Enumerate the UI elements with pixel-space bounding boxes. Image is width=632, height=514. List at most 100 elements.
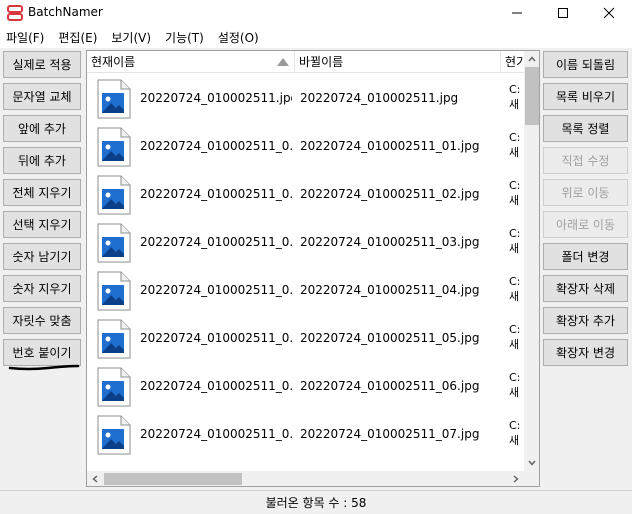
horizontal-scrollbar[interactable] — [87, 471, 524, 486]
new-name-cell: 20220724_010002511_01.jpg — [300, 139, 480, 153]
clear-selected-button[interactable]: 선택 지우기 — [3, 211, 81, 238]
clear-list-button[interactable]: 목록 비우기 — [543, 83, 628, 110]
table-row[interactable]: 20220724_010002511_0... 20220724_0100025… — [87, 409, 524, 457]
path-line-2: 새 — [509, 338, 520, 351]
path-cell: C: 새 — [509, 226, 523, 256]
table-row[interactable]: 20220724_010002511.jpg 20220724_01000251… — [87, 73, 524, 121]
path-line-1: C: — [509, 179, 521, 192]
append-button[interactable]: 뒤에 추가 — [3, 147, 81, 174]
path-line-1: C: — [509, 323, 521, 336]
menu-edit[interactable]: 편집(E) — [58, 29, 97, 46]
menu-file[interactable]: 파일(F) — [6, 29, 44, 46]
path-cell: C: 새 — [509, 274, 523, 304]
add-extension-button[interactable]: 확장자 추가 — [543, 307, 628, 334]
path-line-2: 새 — [509, 146, 520, 159]
apply-button[interactable]: 실제로 적용 — [3, 51, 81, 78]
menu-settings[interactable]: 설정(O) — [218, 29, 259, 46]
change-extension-button[interactable]: 확장자 변경 — [543, 339, 628, 366]
edit-directly-button[interactable]: 직접 수정 — [543, 147, 628, 174]
path-cell: C: 새 — [509, 370, 523, 400]
loaded-count-text: 불러온 항목 수 : 58 — [265, 496, 367, 510]
current-name-cell: 20220724_010002511.jpg — [140, 91, 292, 105]
hand-drawn-underline — [8, 364, 80, 371]
column-new-name[interactable]: 바뀔이름 — [295, 51, 501, 73]
image-file-icon — [97, 271, 131, 311]
path-line-1: C: — [509, 83, 521, 96]
move-up-button[interactable]: 위로 이동 — [543, 179, 628, 206]
image-file-icon — [97, 367, 131, 407]
table-row[interactable]: 20220724_010002511_0... 20220724_0100025… — [87, 313, 524, 361]
chevron-up-icon — [528, 56, 536, 62]
path-line-2: 새 — [509, 194, 520, 207]
vertical-scroll-thumb[interactable] — [525, 67, 539, 125]
keep-numbers-button[interactable]: 숫자 남기기 — [3, 243, 81, 270]
column-current-name-label: 현재이름 — [91, 55, 136, 69]
replace-string-button[interactable]: 문자열 교체 — [3, 83, 81, 110]
left-button-panel: 실제로 적용 문자열 교체 앞에 추가 뒤에 추가 전체 지우기 선택 지우기 … — [0, 48, 84, 488]
title-bar: BatchNamer — [0, 0, 632, 26]
minimize-button[interactable] — [494, 0, 540, 26]
horizontal-scroll-thumb[interactable] — [104, 473, 242, 485]
table-row[interactable]: 20220724_010002511_0... 20220724_0100025… — [87, 121, 524, 169]
revert-names-button[interactable]: 이름 되돌림 — [543, 51, 628, 78]
app-icon — [7, 5, 23, 21]
move-down-button[interactable]: 아래로 이동 — [543, 211, 628, 238]
image-file-icon — [97, 127, 131, 167]
path-cell: C: 새 — [509, 322, 523, 352]
close-button[interactable] — [586, 0, 632, 26]
column-current-name[interactable]: 현재이름 — [87, 51, 295, 73]
path-line-2: 새 — [509, 434, 520, 447]
current-name-cell: 20220724_010002511_0... — [140, 379, 292, 393]
new-name-cell: 20220724_010002511_06.jpg — [300, 379, 480, 393]
file-list[interactable]: 현재이름 바뀔이름 현기 20220724_010002511.jpg 2022… — [86, 50, 540, 487]
new-name-cell: 20220724_010002511_03.jpg — [300, 235, 480, 249]
pad-digits-button[interactable]: 자릿수 맞춤 — [3, 307, 81, 334]
path-cell: C: 새 — [509, 418, 523, 448]
sort-list-button[interactable]: 목록 정렬 — [543, 115, 628, 142]
table-row[interactable]: 20220724_010002511_0... 20220724_0100025… — [87, 265, 524, 313]
change-folder-button[interactable]: 폴더 변경 — [543, 243, 628, 270]
current-name-cell: 20220724_010002511_0... — [140, 187, 292, 201]
close-icon — [603, 7, 615, 19]
clear-all-button[interactable]: 전체 지우기 — [3, 179, 81, 206]
image-file-icon — [97, 415, 131, 455]
menu-view[interactable]: 보기(V) — [111, 29, 151, 46]
path-cell: C: 새 — [509, 130, 523, 160]
maximize-button[interactable] — [540, 0, 586, 26]
path-line-2: 새 — [509, 386, 520, 399]
scroll-down-button[interactable] — [524, 455, 539, 471]
table-row[interactable]: 20220724_010002511_0... 20220724_0100025… — [87, 361, 524, 409]
current-name-cell: 20220724_010002511_0... — [140, 427, 292, 441]
sort-ascending-icon — [277, 58, 289, 66]
path-line-1: C: — [509, 419, 521, 432]
path-cell: C: 새 — [509, 82, 523, 112]
remove-numbers-button[interactable]: 숫자 지우기 — [3, 275, 81, 302]
menu-bar: 파일(F) 편집(E) 보기(V) 기능(T) 설정(O) — [0, 26, 632, 48]
current-name-cell: 20220724_010002511_0... — [140, 139, 292, 153]
remove-extension-button[interactable]: 확장자 삭제 — [543, 275, 628, 302]
status-bar: 불러온 항목 수 : 58 — [0, 490, 632, 514]
scroll-left-button[interactable] — [87, 471, 103, 486]
path-line-1: C: — [509, 131, 521, 144]
scroll-up-button[interactable] — [524, 51, 539, 67]
table-row[interactable]: 20220724_010002511_0... 20220724_0100025… — [87, 169, 524, 217]
prepend-button[interactable]: 앞에 추가 — [3, 115, 81, 142]
scroll-right-button[interactable] — [508, 471, 524, 486]
path-line-1: C: — [509, 371, 521, 384]
scrollbar-corner — [524, 471, 539, 486]
current-name-cell: 20220724_010002511_0... — [140, 283, 292, 297]
menu-tools[interactable]: 기능(T) — [165, 29, 204, 46]
path-line-2: 새 — [509, 98, 520, 111]
list-rows: 20220724_010002511.jpg 20220724_01000251… — [87, 73, 524, 471]
table-row[interactable]: 20220724_010002511_0... 20220724_0100025… — [87, 217, 524, 265]
list-header: 현재이름 바뀔이름 현기 — [87, 51, 527, 73]
chevron-left-icon — [92, 475, 98, 483]
path-line-1: C: — [509, 227, 521, 240]
new-name-cell: 20220724_010002511.jpg — [300, 91, 459, 105]
image-file-icon — [97, 223, 131, 263]
chevron-right-icon — [513, 475, 519, 483]
new-name-cell: 20220724_010002511_02.jpg — [300, 187, 480, 201]
new-name-cell: 20220724_010002511_07.jpg — [300, 427, 480, 441]
vertical-scrollbar[interactable] — [524, 51, 539, 471]
chevron-down-icon — [528, 460, 536, 466]
